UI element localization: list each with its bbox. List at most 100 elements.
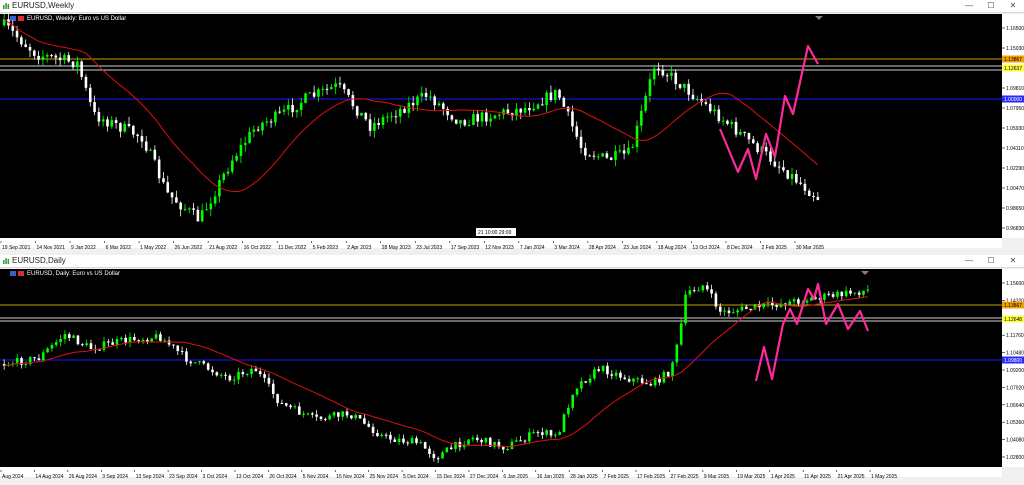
- daily-body: [640, 378, 644, 384]
- weekly-body: [416, 96, 419, 106]
- daily-body: [428, 448, 431, 455]
- daily-candle: [141, 337, 145, 345]
- daily-candle: [245, 373, 249, 377]
- daily-candle: [627, 375, 631, 383]
- time-tick-label: 28 May 2023: [382, 245, 411, 251]
- daily-body: [159, 334, 162, 341]
- daily-candle: [297, 402, 301, 415]
- weekly-body: [532, 108, 535, 111]
- daily-body: [671, 362, 674, 377]
- weekly-body: [609, 157, 613, 160]
- maximize-button[interactable]: ☐: [980, 0, 1002, 12]
- time-tick-label: 3 Sep 2024: [102, 474, 128, 480]
- weekly-body: [32, 50, 36, 56]
- daily-candle: [445, 447, 449, 453]
- daily-body: [523, 440, 527, 442]
- daily-candle: [788, 298, 792, 306]
- weekly-body: [101, 119, 105, 122]
- daily-price-axis[interactable]: 1.156001.143201.130001.117601.104801.092…: [1002, 269, 1024, 467]
- daily-candle: [211, 366, 214, 376]
- price-tick-label: 1.09810: [1006, 86, 1024, 92]
- daily-candle: [289, 404, 292, 410]
- weekly-candle: [334, 77, 337, 95]
- close-button[interactable]: ✕: [1002, 0, 1024, 12]
- weekly-candle: [618, 144, 622, 154]
- weekly-moving-average: [3, 18, 819, 193]
- weekly-body: [502, 109, 505, 115]
- minimize-button[interactable]: —: [958, 0, 980, 12]
- daily-body: [623, 377, 627, 380]
- daily-candle: [354, 413, 358, 420]
- daily-body: [202, 361, 206, 364]
- weekly-body: [549, 92, 553, 100]
- weekly-body: [454, 119, 458, 124]
- daily-candle: [410, 435, 414, 444]
- daily-body: [232, 379, 236, 381]
- price-tick-label: 1.04110: [1006, 146, 1024, 152]
- price-badge-label: 1.12637: [1004, 66, 1022, 72]
- weekly-price-axis[interactable]: 1.165001.150301.111901.098101.079501.059…: [1002, 14, 1024, 238]
- minimize-button[interactable]: —: [958, 255, 980, 267]
- daily-body: [245, 373, 249, 375]
- price-tick-label: 1.02290: [1006, 166, 1024, 172]
- daily-candle: [640, 374, 644, 384]
- daily-candle: [723, 307, 726, 317]
- weekly-body: [274, 111, 277, 123]
- weekly-body: [106, 119, 109, 127]
- weekly-candle: [80, 60, 83, 80]
- weekly-body: [480, 112, 484, 122]
- weekly-body: [584, 147, 587, 156]
- weekly-body: [717, 109, 721, 122]
- weekly-candle: [420, 86, 424, 103]
- daily-body: [115, 339, 119, 345]
- weekly-body: [713, 109, 716, 112]
- daily-candle: [532, 429, 535, 435]
- weekly-body: [58, 57, 62, 61]
- time-tick-label: 17 Sep 2023: [451, 245, 480, 251]
- daily-body: [675, 344, 679, 363]
- daily-body: [41, 352, 45, 361]
- maximize-button[interactable]: ☐: [980, 255, 1002, 267]
- daily-body: [337, 412, 340, 417]
- daily-body: [506, 449, 509, 451]
- weekly-candle: [743, 131, 746, 137]
- daily-plot-area[interactable]: EURUSD, Daily: Euro vs US Dollar: [0, 269, 1002, 467]
- time-tick-label: 14 Nov 2021: [37, 245, 66, 251]
- daily-candle: [567, 404, 570, 418]
- weekly-body: [226, 171, 230, 174]
- weekly-candles-svg: 21 10:00 29:00: [0, 14, 1002, 236]
- weekly-body: [381, 117, 385, 125]
- daily-body: [797, 299, 800, 304]
- weekly-body: [777, 166, 781, 168]
- weekly-body: [441, 103, 445, 109]
- daily-body: [107, 341, 110, 343]
- weekly-body: [114, 120, 118, 124]
- daily-time-axis[interactable]: Aug 2024 14 Aug 2024 26 Aug 2024 3 Sep 2024…: [0, 467, 1002, 480]
- daily-titlebar[interactable]: EURUSD,Daily — ☐ ✕: [0, 255, 1024, 268]
- weekly-time-axis[interactable]: 19 Sep 2021 14 Nov 2021 9 Jan 2022 6 Mar 20…: [0, 238, 1002, 251]
- weekly-body: [386, 116, 389, 118]
- daily-body: [606, 365, 609, 375]
- time-tick-label: 6 Mar 2022: [106, 245, 132, 251]
- weekly-titlebar[interactable]: EURUSD,Weekly — ☐ ✕: [0, 0, 1024, 13]
- weekly-candle: [601, 152, 604, 158]
- close-button[interactable]: ✕: [1002, 255, 1024, 267]
- weekly-candle: [32, 49, 36, 60]
- weekly-body: [506, 109, 510, 114]
- daily-body: [645, 383, 648, 385]
- price-tick-label: 1.05360: [1006, 420, 1024, 426]
- weekly-candle: [37, 50, 40, 65]
- weekly-plot-area[interactable]: EURUSD, Weekly: Euro vs US Dollar 21 10:…: [0, 14, 1002, 238]
- daily-candle: [28, 355, 32, 366]
- daily-candle: [792, 296, 796, 305]
- daily-candle: [575, 387, 579, 397]
- weekly-body: [665, 75, 669, 77]
- weekly-body: [627, 147, 630, 154]
- daily-body: [697, 290, 700, 292]
- weekly-body: [429, 96, 432, 98]
- weekly-body: [562, 97, 566, 107]
- weekly-body: [721, 120, 725, 122]
- price-tick-label: 1.07950: [1006, 106, 1024, 112]
- daily-body: [98, 349, 101, 351]
- weekly-body: [312, 92, 316, 97]
